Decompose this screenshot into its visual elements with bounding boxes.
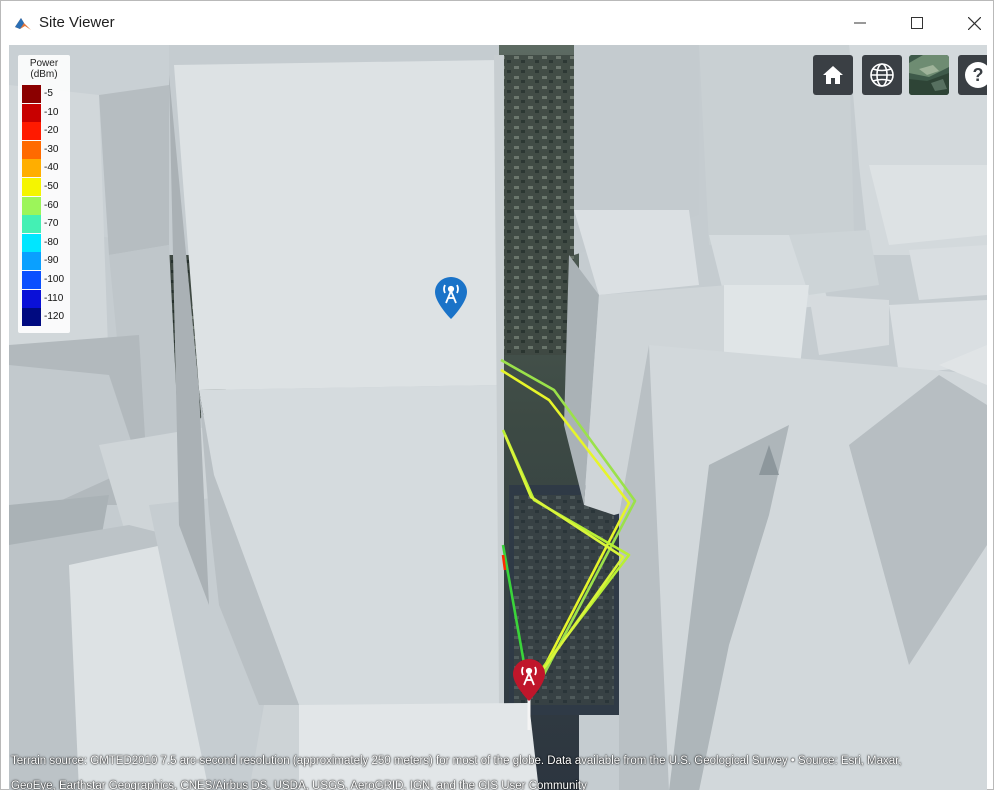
attribution-line-2: GeoEye, Earthstar Geographics, CNES/Airb…: [11, 780, 587, 790]
legend-swatch: [22, 122, 41, 141]
legend-swatch: [22, 215, 41, 234]
home-button[interactable]: [813, 55, 853, 95]
building: [869, 165, 987, 245]
receiver-site-marker[interactable]: [511, 657, 547, 703]
legend-swatch: [22, 252, 41, 271]
legend-label: -60: [44, 199, 59, 211]
map-attribution: Terrain source: GMTED2010 7.5 arc-second…: [9, 749, 987, 790]
basemap-picker-icon: [909, 55, 949, 95]
home-icon: [823, 66, 843, 84]
legend-swatch: [22, 85, 41, 103]
close-icon: [967, 16, 981, 30]
legend-swatch: [22, 271, 41, 289]
legend-label: -10: [44, 106, 59, 118]
legend-entry: -5: [22, 85, 68, 103]
power-legend: Power (dBm) -5 -10 -20 -30 -40 -50 -60 -70 -80 -9…: [18, 55, 70, 333]
legend-swatch: [22, 103, 41, 122]
map-viewport[interactable]: Power (dBm) -5 -10 -20 -30 -40 -50 -60 -70 -80 -9…: [9, 45, 987, 790]
legend-entry: -60: [22, 196, 68, 215]
legend-label: -80: [44, 236, 59, 248]
aerial-imagery: [504, 55, 574, 355]
legend-entry: -70: [22, 215, 68, 234]
legend-entry: -20: [22, 122, 68, 141]
legend-entry: -120: [22, 308, 68, 327]
maximize-icon: [911, 17, 923, 29]
site-viewer-window: Site Viewer Power (dBm) -5 -10 -20 -30 -…: [0, 0, 994, 790]
legend-label: -110: [44, 292, 64, 304]
minimize-icon: [854, 22, 866, 24]
legend-entry: -10: [22, 103, 68, 122]
legend-swatch: [22, 289, 41, 308]
attribution-line-1: Terrain source: GMTED2010 7.5 arc-second…: [11, 755, 902, 767]
legend-entry: -40: [22, 159, 68, 178]
legend-entry: -30: [22, 140, 68, 159]
globe-icon: [870, 63, 894, 87]
legend-swatch: [22, 308, 41, 327]
central-building-roof: [174, 60, 499, 390]
legend-entry: -100: [22, 271, 68, 289]
legend-swatch: [22, 233, 41, 252]
help-icon: ?: [965, 62, 987, 88]
legend-label: -70: [44, 218, 59, 230]
legend-swatch: [22, 140, 41, 159]
basemap-picker-button[interactable]: [909, 55, 949, 95]
minimize-button[interactable]: [837, 1, 883, 45]
maximize-button[interactable]: [894, 1, 940, 45]
legend-entry: -80: [22, 233, 68, 252]
building: [99, 85, 169, 255]
legend-swatch: [22, 159, 41, 178]
building: [909, 245, 987, 300]
legend-swatch: [22, 178, 41, 196]
legend-label: -50: [44, 181, 59, 192]
close-button[interactable]: [951, 1, 994, 45]
window-title: Site Viewer: [39, 14, 115, 31]
legend-label: -20: [44, 125, 59, 137]
transmitter-site-marker[interactable]: [433, 275, 469, 321]
legend-label: -30: [44, 143, 59, 155]
legend-entry: -50: [22, 178, 68, 196]
legend-label: -5: [44, 88, 53, 99]
legend-title-line2: (dBm): [30, 69, 58, 80]
legend-label: -120: [44, 311, 65, 323]
legend-swatch: [22, 196, 41, 215]
legend-title-line1: Power: [29, 58, 59, 69]
help-label: ?: [973, 65, 984, 85]
legend-entry: -90: [22, 252, 68, 271]
legend-label: -90: [44, 255, 59, 267]
globe-view-button[interactable]: [862, 55, 902, 95]
legend-entry: -110: [22, 289, 68, 308]
legend-title: Power (dBm): [18, 58, 70, 80]
city-scene: [9, 45, 987, 790]
legend-label: -40: [44, 162, 59, 174]
title-bar[interactable]: Site Viewer: [1, 1, 993, 45]
help-button[interactable]: ?: [958, 55, 987, 95]
matlab-icon: [15, 18, 31, 30]
legend-label: -100: [44, 274, 65, 285]
building: [809, 295, 889, 355]
